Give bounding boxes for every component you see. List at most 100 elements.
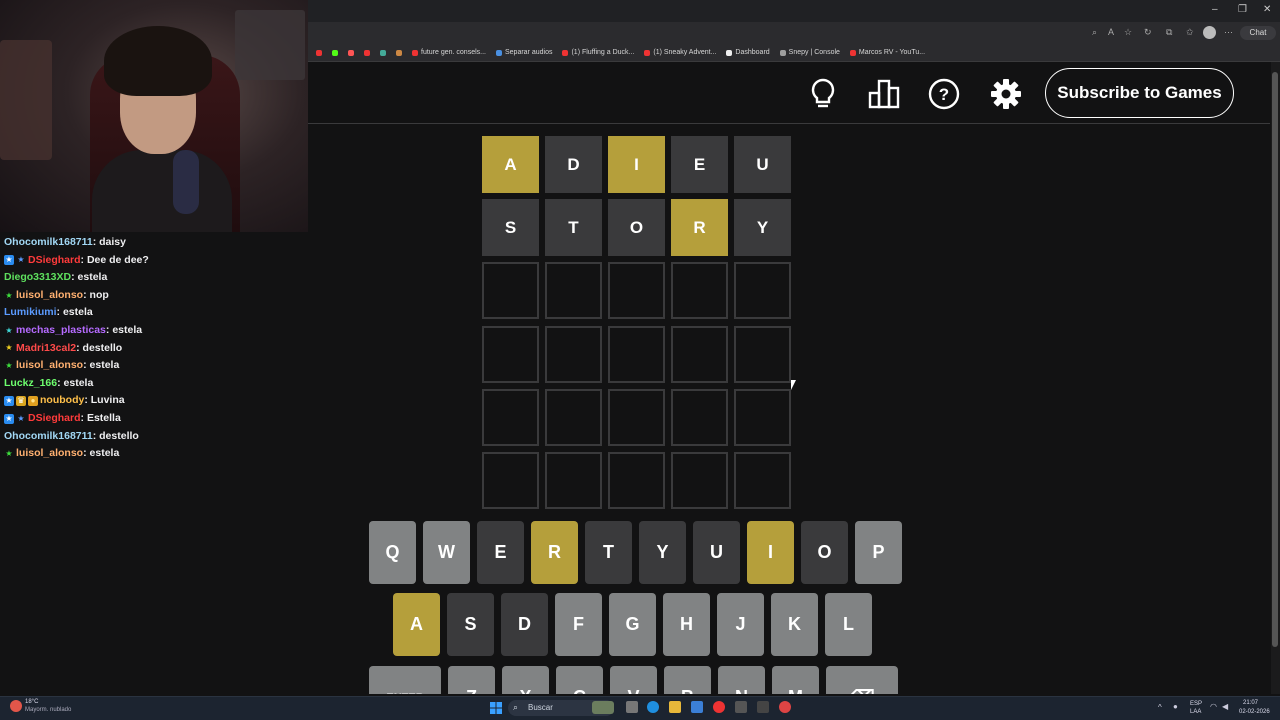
subscribe-button[interactable]: Subscribe to Games: [1045, 68, 1234, 118]
key-u[interactable]: U: [693, 521, 740, 584]
chat-username[interactable]: Diego3313XD: [4, 269, 71, 287]
bookmark-item[interactable]: Dashboard: [726, 49, 770, 56]
key-f[interactable]: F: [555, 593, 602, 656]
weather-icon[interactable]: [10, 700, 22, 712]
board-tile: [545, 451, 602, 509]
chat-badge-icon: ★: [5, 290, 13, 300]
address-bar[interactable]: [308, 22, 1280, 44]
windows-taskbar: [0, 696, 1280, 720]
key-k[interactable]: K: [771, 593, 818, 656]
close-icon[interactable]: ✕: [1263, 4, 1271, 15]
key-g[interactable]: G: [609, 593, 656, 656]
bookmark-favicon[interactable]: [396, 49, 402, 56]
chat-username[interactable]: luisol_alonso: [16, 357, 83, 375]
chat-username[interactable]: Ohocomilk168711: [4, 428, 93, 446]
key-i[interactable]: I: [747, 521, 794, 584]
favorites-icon[interactable]: ✩: [1186, 27, 1194, 38]
bookmark-favicon[interactable]: [332, 49, 338, 56]
chat-username[interactable]: noubody: [40, 392, 84, 410]
key-x[interactable]: X: [502, 666, 549, 694]
extensions-icon[interactable]: ⧉: [1166, 27, 1172, 38]
key-m[interactable]: M: [772, 666, 819, 694]
scrollbar-thumb[interactable]: [1272, 72, 1278, 647]
clock-date[interactable]: 02-02-2026: [1239, 709, 1270, 715]
windows-start-icon[interactable]: [490, 701, 502, 714]
board-tile: [734, 262, 791, 320]
profile-avatar[interactable]: [1203, 26, 1216, 39]
key-enter[interactable]: ENTER: [369, 666, 441, 694]
tray-chevron-icon[interactable]: ^: [1158, 703, 1162, 712]
key-w[interactable]: W: [423, 521, 470, 584]
bookmark-favicon[interactable]: [364, 49, 370, 56]
file-explorer-icon[interactable]: [669, 701, 681, 713]
chat-message: Diego3313XD: estela: [4, 269, 304, 287]
chat-username[interactable]: DSieghard: [28, 410, 81, 428]
chat-username[interactable]: DSieghard: [28, 252, 81, 270]
minimize-icon[interactable]: –: [1212, 4, 1218, 15]
board-tile: E: [671, 136, 728, 193]
app-icon-dark[interactable]: [757, 701, 769, 713]
key-p[interactable]: P: [855, 521, 902, 584]
app-icon-red[interactable]: [713, 701, 725, 713]
key-backspace[interactable]: ⌫: [826, 666, 898, 694]
volume-icon[interactable]: ◀: [1222, 702, 1228, 711]
key-v[interactable]: V: [610, 666, 657, 694]
bookmark-item[interactable]: Snepy | Console: [779, 49, 840, 56]
bookmark-item[interactable]: Separar audios: [495, 49, 552, 56]
key-d[interactable]: D: [501, 593, 548, 656]
chat-username[interactable]: Luckz_166: [4, 375, 57, 393]
edge-icon[interactable]: [647, 701, 659, 713]
app-icon-circle[interactable]: [779, 701, 791, 713]
chat-username[interactable]: Lumikiumi: [4, 304, 57, 322]
mic-icon[interactable]: ●: [1173, 702, 1178, 711]
key-l[interactable]: L: [825, 593, 872, 656]
key-o[interactable]: O: [801, 521, 848, 584]
chat-username[interactable]: mechas_plasticas: [16, 322, 106, 340]
bookmark-favicon[interactable]: [348, 49, 354, 56]
page-scrollbar[interactable]: [1271, 62, 1280, 694]
key-z[interactable]: Z: [448, 666, 495, 694]
key-s[interactable]: S: [447, 593, 494, 656]
key-r[interactable]: R: [531, 521, 578, 584]
chat-username[interactable]: Madri13cal2: [16, 340, 76, 358]
key-e[interactable]: E: [477, 521, 524, 584]
key-n[interactable]: N: [718, 666, 765, 694]
weather-desc: Mayorm. nublado: [25, 707, 72, 713]
key-t[interactable]: T: [585, 521, 632, 584]
wifi-icon[interactable]: ◠: [1210, 702, 1217, 711]
lightbulb-icon[interactable]: [803, 74, 843, 114]
language-indicator[interactable]: ESP: [1190, 701, 1202, 707]
bookmark-favicon[interactable]: [316, 49, 322, 56]
leaderboard-icon[interactable]: [864, 74, 904, 114]
key-b[interactable]: B: [664, 666, 711, 694]
chat-username[interactable]: luisol_alonso: [16, 287, 83, 305]
chat-username[interactable]: luisol_alonso: [16, 445, 83, 463]
bookmark-item[interactable]: Marcos RV - YouTu...: [849, 49, 925, 56]
read-aloud-icon[interactable]: A: [1108, 27, 1114, 37]
bookmark-item[interactable]: future gen. consels...: [412, 49, 486, 56]
clock-time[interactable]: 21:07: [1243, 700, 1258, 706]
store-icon[interactable]: [691, 701, 703, 713]
key-a[interactable]: A: [393, 593, 440, 656]
restore-icon[interactable]: ❐: [1238, 4, 1247, 15]
copilot-chat-button[interactable]: Chat: [1240, 26, 1276, 40]
key-q[interactable]: Q: [369, 521, 416, 584]
key-h[interactable]: H: [663, 593, 710, 656]
settings-icon[interactable]: [986, 74, 1026, 114]
chat-username[interactable]: Ohocomilk168711: [4, 234, 93, 252]
key-y[interactable]: Y: [639, 521, 686, 584]
search-highlight-image[interactable]: [592, 701, 614, 714]
bookmark-item[interactable]: (1) Sneaky Advent...: [644, 49, 716, 56]
key-j[interactable]: J: [717, 593, 764, 656]
more-options-icon[interactable]: ⋯: [1224, 27, 1233, 38]
app-icon-gray[interactable]: [735, 701, 747, 713]
refresh-icon[interactable]: ↻: [1144, 27, 1152, 38]
bookmark-item[interactable]: (1) Fluffing a Duck...: [562, 49, 634, 56]
bookmark-favicon[interactable]: [380, 49, 386, 56]
key-c[interactable]: C: [556, 666, 603, 694]
favorite-star-icon[interactable]: ☆: [1124, 27, 1132, 38]
zoom-icon[interactable]: ⌕: [1092, 27, 1097, 38]
task-view-icon[interactable]: [626, 701, 638, 713]
chat-text: estela: [89, 359, 120, 372]
help-icon[interactable]: ?: [924, 74, 964, 114]
